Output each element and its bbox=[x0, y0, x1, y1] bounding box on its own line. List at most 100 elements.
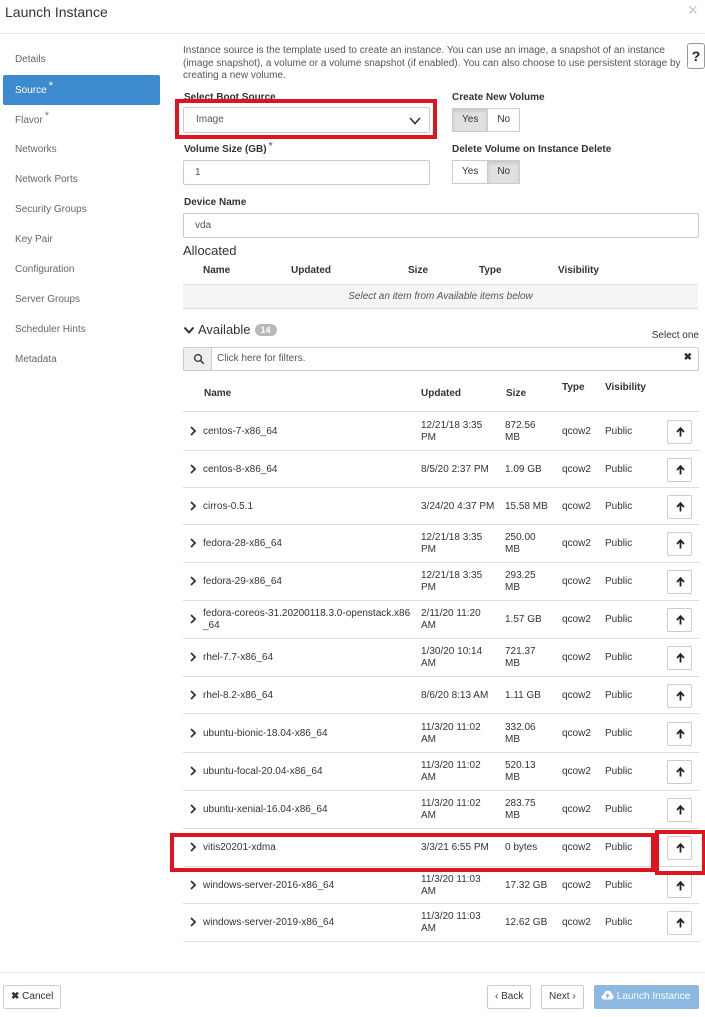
clear-filter-icon[interactable]: ✖ bbox=[684, 352, 692, 363]
table-row[interactable]: rhel-8.2-x86_64 8/6/20 8:13 AM 1.11 GB qcow… bbox=[183, 677, 699, 714]
next-button[interactable]: Next › bbox=[541, 985, 584, 1009]
arrow-up-icon bbox=[676, 728, 685, 738]
sidebar-item-metadata[interactable]: Metadata bbox=[3, 345, 160, 375]
row-visibility: Public bbox=[605, 538, 633, 549]
allocate-button[interactable] bbox=[667, 911, 692, 935]
table-row[interactable]: centos-7-x86_64 12/21/18 3:35 PM 872.56 MB qc… bbox=[183, 413, 699, 451]
sidebar-item-key-pair[interactable]: Key Pair bbox=[3, 225, 160, 255]
delete-volume-yes-button[interactable]: Yes bbox=[452, 160, 489, 184]
wizard-sidebar: Details Source * Flavor * Networks Network Por… bbox=[3, 45, 160, 375]
table-row[interactable]: cirros-0.5.1 3/24/20 4:37 PM 15.58 MB qcow2… bbox=[183, 488, 699, 525]
allocate-button[interactable] bbox=[667, 608, 692, 632]
row-type: qcow2 bbox=[562, 689, 591, 701]
sidebar-item-network-ports[interactable]: Network Ports bbox=[3, 165, 160, 195]
available-title: Available bbox=[198, 322, 251, 337]
allocated-header-name: Name bbox=[203, 265, 231, 276]
table-row[interactable]: ubuntu-focal-20.04-x86_64 11/3/20 11:02 AM… bbox=[183, 753, 699, 791]
row-visibility: Public bbox=[605, 766, 633, 777]
device-name-input[interactable]: vda bbox=[183, 213, 699, 238]
delete-volume-label: Delete Volume on Instance Delete bbox=[452, 144, 612, 155]
table-row[interactable]: windows-server-2016-x86_64 11/3/20 11:03 A… bbox=[183, 867, 699, 904]
chevron-right-icon[interactable] bbox=[189, 538, 197, 548]
allocate-button[interactable] bbox=[667, 457, 692, 482]
allocate-button[interactable] bbox=[667, 798, 692, 822]
search-icon bbox=[193, 353, 205, 365]
table-row[interactable]: fedora-28-x86_64 12/21/18 3:35 PM 250.00 MB q… bbox=[183, 525, 699, 563]
sidebar-item-server-groups[interactable]: Server Groups bbox=[3, 285, 160, 315]
chevron-right-icon[interactable] bbox=[189, 879, 197, 890]
row-name: ubuntu-focal-20.04-x86_64 bbox=[203, 766, 323, 777]
required-marker: * bbox=[268, 141, 273, 152]
row-type: qcow2 bbox=[562, 576, 591, 587]
table-row[interactable]: fedora-coreos-31.20200118.3.0-openstack.… bbox=[183, 601, 699, 639]
chevron-right-icon[interactable] bbox=[189, 689, 197, 700]
row-updated: 11/3/20 11:03 AM bbox=[421, 911, 481, 934]
allocate-button[interactable] bbox=[667, 760, 692, 784]
table-row[interactable]: fedora-29-x86_64 12/21/18 3:35 PM 293.25 MB q… bbox=[183, 563, 699, 601]
chevron-right-icon[interactable] bbox=[189, 804, 197, 814]
table-row[interactable]: centos-8-x86_64 8/5/20 2:37 PM 1.09 GB qcow… bbox=[183, 451, 699, 488]
filter-bar[interactable]: Click here for filters. ✖ bbox=[183, 347, 699, 371]
allocate-button[interactable] bbox=[667, 873, 692, 898]
row-size: 17.32 GB bbox=[505, 879, 548, 891]
sidebar-item-flavor[interactable]: Flavor * bbox=[3, 105, 160, 135]
cancel-button[interactable]: ✖ Cancel bbox=[3, 985, 62, 1009]
allocate-button[interactable] bbox=[667, 646, 692, 670]
create-volume-no-button[interactable]: No bbox=[488, 108, 521, 132]
sidebar-item-label: Scheduler Hints bbox=[15, 324, 86, 335]
chevron-right-icon[interactable] bbox=[189, 727, 197, 738]
table-row[interactable]: ubuntu-bionic-18.04-x86_64 11/3/20 11:02 A… bbox=[183, 714, 699, 753]
sidebar-item-details[interactable]: Details bbox=[3, 45, 160, 75]
allocate-button[interactable] bbox=[667, 570, 692, 594]
table-row[interactable]: rhel-7.7-x86_64 1/30/20 10:14 AM 721.37 MB qc… bbox=[183, 639, 699, 677]
row-type: qcow2 bbox=[562, 804, 591, 815]
row-type: qcow2 bbox=[562, 766, 591, 777]
volume-size-input[interactable]: 1 bbox=[183, 160, 430, 185]
row-type: qcow2 bbox=[562, 538, 591, 549]
allocated-table-header: Name Updated Size Type Visibility bbox=[183, 262, 698, 284]
row-name: fedora-28-x86_64 bbox=[203, 538, 282, 549]
chevron-right-icon[interactable] bbox=[189, 766, 197, 776]
sidebar-item-scheduler-hints[interactable]: Scheduler Hints bbox=[3, 315, 160, 345]
row-name: fedora-29-x86_64 bbox=[203, 576, 282, 587]
table-row[interactable]: windows-server-2019-x86_64 11/3/20 11:03 A… bbox=[183, 904, 699, 942]
allocate-button[interactable] bbox=[667, 420, 692, 444]
available-header-size: Size bbox=[506, 388, 527, 399]
available-toggle[interactable]: Available 14 bbox=[183, 322, 277, 337]
allocate-button[interactable] bbox=[667, 683, 692, 708]
arrow-up-icon bbox=[676, 615, 685, 625]
allocate-button[interactable] bbox=[667, 532, 692, 556]
back-button[interactable]: ‹ Back bbox=[487, 985, 532, 1009]
table-row[interactable]: ubuntu-xenial-16.04-x86_64 11/3/20 11:02 A… bbox=[183, 791, 699, 829]
allocated-header-type: Type bbox=[479, 265, 502, 276]
sidebar-item-source[interactable]: Source * bbox=[3, 75, 160, 105]
allocate-button[interactable] bbox=[667, 721, 692, 746]
create-volume-yes-button[interactable]: Yes bbox=[452, 108, 489, 132]
chevron-right-icon[interactable] bbox=[189, 652, 197, 662]
chevron-right-icon[interactable] bbox=[189, 614, 197, 624]
available-header-visibility: Visibility bbox=[605, 382, 646, 393]
chevron-right-icon[interactable] bbox=[189, 576, 197, 586]
row-updated: 11/3/20 11:02 AM bbox=[421, 798, 481, 821]
allocate-button[interactable] bbox=[667, 494, 692, 519]
chevron-right-icon[interactable] bbox=[189, 426, 197, 436]
row-visibility: Public bbox=[605, 426, 633, 437]
row-size: 250.00 MB bbox=[505, 532, 536, 555]
launch-instance-button[interactable]: Launch Instance bbox=[594, 985, 699, 1009]
arrow-up-icon bbox=[676, 653, 685, 663]
chevron-right-icon[interactable] bbox=[189, 463, 197, 474]
row-visibility: Public bbox=[605, 689, 633, 701]
row-type: qcow2 bbox=[562, 500, 591, 512]
row-name: cirros-0.5.1 bbox=[203, 500, 254, 512]
row-size: 283.75 MB bbox=[505, 798, 536, 821]
row-updated: 2/11/20 11:20 AM bbox=[421, 608, 481, 631]
help-icon[interactable]: ? bbox=[687, 43, 705, 69]
sidebar-item-configuration[interactable]: Configuration bbox=[3, 255, 160, 285]
chevron-right-icon[interactable] bbox=[189, 917, 197, 927]
chevron-right-icon[interactable] bbox=[189, 500, 197, 511]
close-icon[interactable]: × bbox=[687, 0, 698, 21]
sidebar-item-networks[interactable]: Networks bbox=[3, 135, 160, 165]
delete-volume-no-button[interactable]: No bbox=[488, 160, 521, 184]
sidebar-item-security-groups[interactable]: Security Groups bbox=[3, 195, 160, 225]
required-marker: * bbox=[44, 110, 50, 122]
